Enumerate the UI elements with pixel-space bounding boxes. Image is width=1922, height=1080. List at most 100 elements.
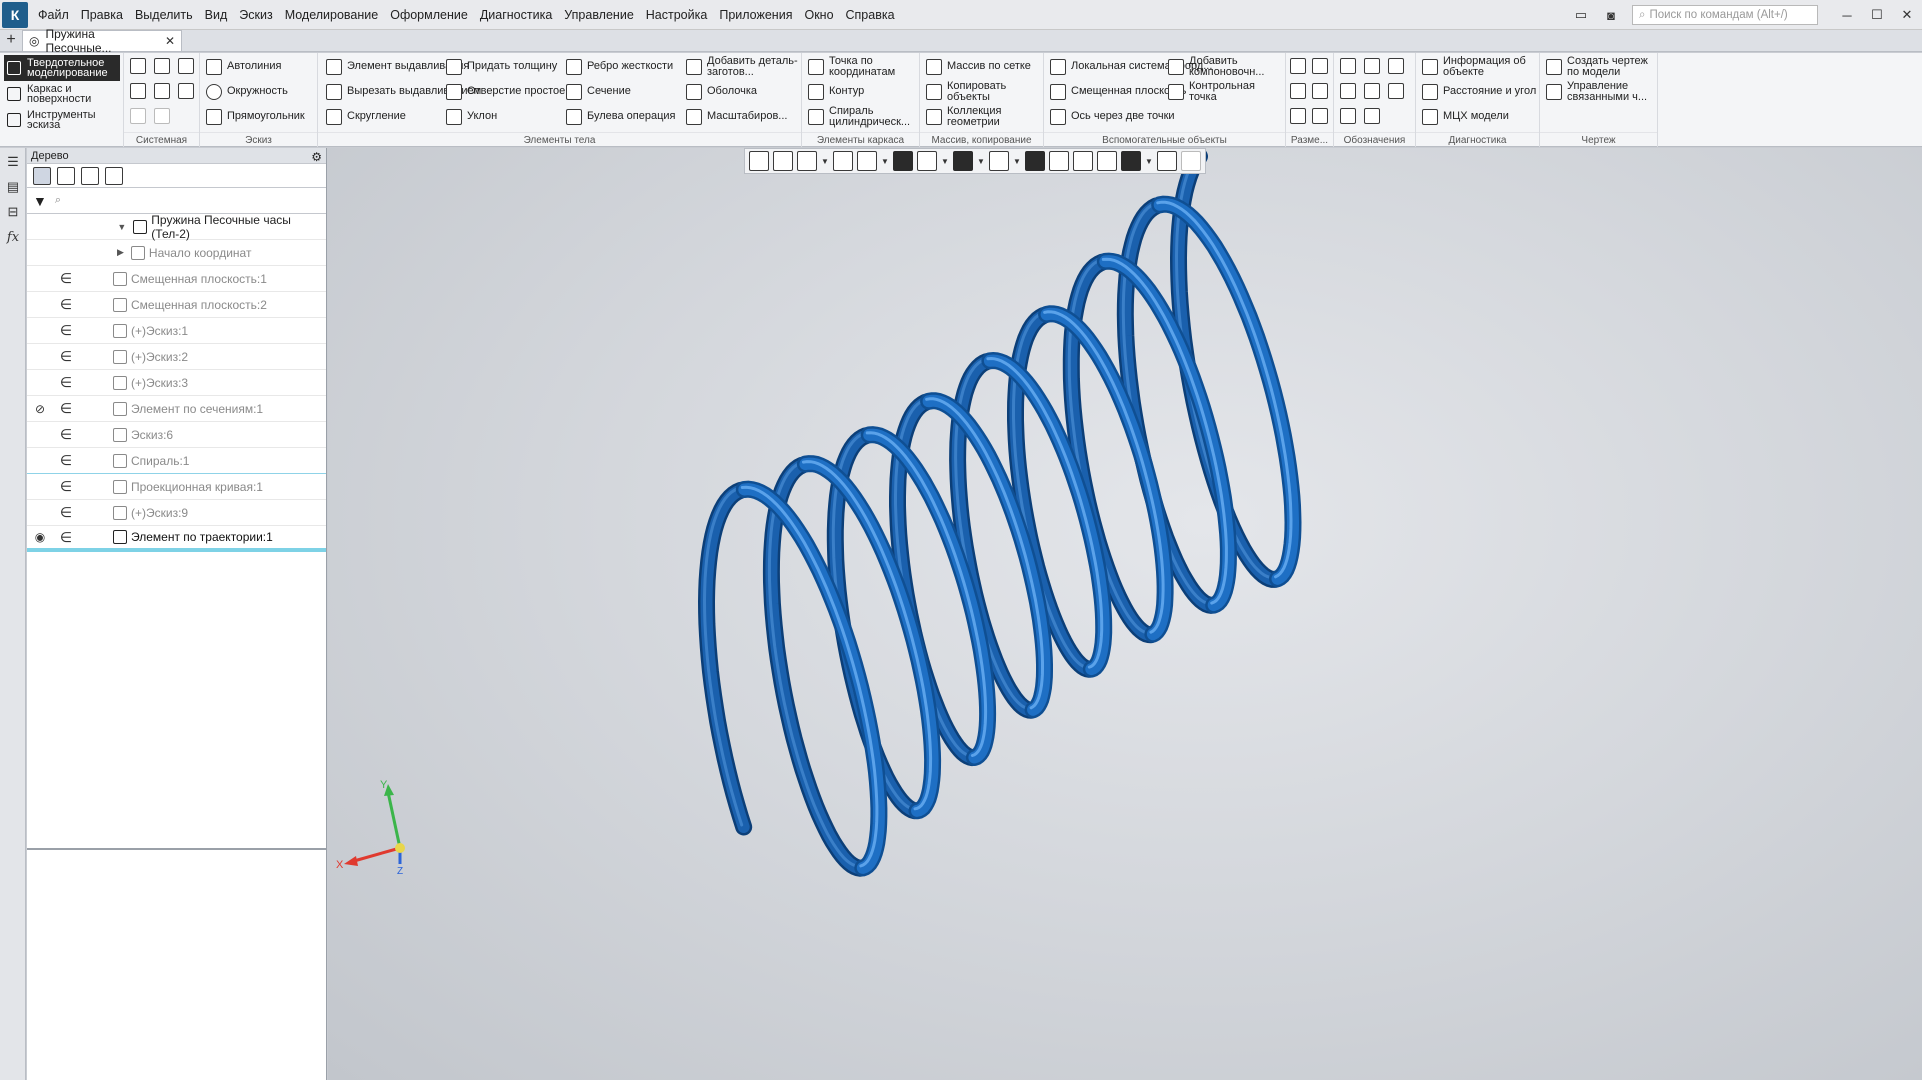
- shaded-view-icon[interactable]: [893, 151, 913, 171]
- close-tab-icon[interactable]: ✕: [165, 34, 175, 48]
- simple-hole-button[interactable]: Отверстие простое: [446, 79, 565, 104]
- tree-root-row[interactable]: ▼ Пружина Песочные часы (Тел-2): [27, 213, 326, 241]
- redo-icon[interactable]: [154, 108, 170, 124]
- radius-dim-icon[interactable]: [1312, 58, 1328, 74]
- search-icon[interactable]: ⌕: [55, 194, 61, 207]
- gear-icon[interactable]: ⚙: [311, 149, 322, 165]
- menu-icon[interactable]: ☰: [2, 151, 24, 173]
- chevron-down-icon[interactable]: ▼: [821, 157, 829, 166]
- auto-dim-icon[interactable]: [1290, 108, 1306, 124]
- hide-icon[interactable]: [953, 151, 973, 171]
- linear-dim-icon[interactable]: [1290, 58, 1306, 74]
- zoom-icon[interactable]: [797, 151, 817, 171]
- filter-icon[interactable]: [1121, 151, 1141, 171]
- tree-row[interactable]: ∈ Смещенная плоскость:1: [27, 266, 326, 292]
- pencil-icon[interactable]: [1181, 151, 1201, 171]
- filter-icon[interactable]: ▼: [33, 193, 47, 209]
- 3d-viewport[interactable]: ▼ ▼ ▼ ▼ ▼ ▼ Y X Z: [328, 148, 1922, 1080]
- copy-view-icon[interactable]: [1073, 151, 1093, 171]
- menu-edit[interactable]: Правка: [75, 0, 129, 30]
- create-drawing-button[interactable]: Создать чертеж по модели: [1546, 54, 1657, 79]
- weld-icon[interactable]: [1364, 58, 1380, 74]
- menu-select[interactable]: Выделить: [129, 0, 199, 30]
- close-window-button[interactable]: ✕: [1892, 0, 1922, 30]
- geometry-collection-button[interactable]: Коллекция геометрии: [926, 104, 1043, 129]
- draft-button[interactable]: Уклон: [446, 104, 497, 129]
- contour-button[interactable]: Контур: [808, 79, 864, 104]
- point-by-coords-button[interactable]: Точка по координатам: [808, 54, 919, 79]
- tree-row[interactable]: ∈ Спираль:1: [27, 448, 326, 474]
- chevron-down-icon[interactable]: ▼: [881, 157, 889, 166]
- cylindrical-spiral-button[interactable]: Спираль цилиндрическ...: [808, 104, 919, 129]
- page-icon[interactable]: [1049, 151, 1069, 171]
- maximize-button[interactable]: ☐: [1862, 0, 1892, 30]
- autoline-button[interactable]: Автолиния: [206, 54, 281, 79]
- scale-button[interactable]: Масштабиров...: [686, 104, 787, 129]
- menu-diagnostics[interactable]: Диагностика: [474, 0, 558, 30]
- eye-icon[interactable]: ◉: [27, 530, 53, 544]
- pan-icon[interactable]: [857, 151, 877, 171]
- perspective-icon[interactable]: [1097, 151, 1117, 171]
- tolerance-icon[interactable]: [1364, 83, 1380, 99]
- mode-frame-surfaces[interactable]: Каркас и поверхности: [4, 81, 120, 107]
- menu-view[interactable]: Вид: [199, 0, 234, 30]
- menu-help[interactable]: Справка: [840, 0, 901, 30]
- view-orientation-icon[interactable]: [917, 151, 937, 171]
- offset-plane-button[interactable]: Смещенная плоскость: [1050, 79, 1186, 104]
- object-info-button[interactable]: Информация об объекте: [1422, 54, 1539, 79]
- menu-modeling[interactable]: Моделирование: [279, 0, 385, 30]
- grid-array-button[interactable]: Массив по сетке: [926, 54, 1031, 79]
- open-folder-icon[interactable]: [154, 58, 170, 74]
- hidden-eye-icon[interactable]: ⊘: [27, 402, 53, 416]
- position-icon[interactable]: [1388, 83, 1404, 99]
- tree-order-icon[interactable]: [57, 166, 75, 185]
- chevron-down-icon[interactable]: ▼: [941, 157, 949, 166]
- menu-file[interactable]: Файл: [32, 0, 75, 30]
- add-blank-button[interactable]: Добавить деталь-заготов...: [686, 54, 801, 79]
- roughness-icon[interactable]: [1388, 58, 1404, 74]
- thicken-button[interactable]: Придать толщину: [446, 54, 557, 79]
- tree-icon[interactable]: ⊟: [2, 201, 24, 223]
- mark-icon[interactable]: [1340, 108, 1356, 124]
- collapse-icon[interactable]: ▼: [117, 222, 126, 232]
- grid-icon[interactable]: [749, 151, 769, 171]
- menu-design[interactable]: Оформление: [384, 0, 474, 30]
- rectangle-button[interactable]: Прямоугольник: [206, 104, 305, 129]
- tree-row[interactable]: ∈ (+)Эскиз:3: [27, 370, 326, 396]
- add-tab-button[interactable]: +: [0, 29, 22, 51]
- circle-button[interactable]: Окружность: [206, 79, 288, 104]
- tree-row[interactable]: ▶ Начало координат: [27, 240, 326, 266]
- section-button[interactable]: Сечение: [566, 79, 631, 104]
- menu-sketch[interactable]: Эскиз: [233, 0, 278, 30]
- print-icon[interactable]: [130, 83, 146, 99]
- shell-button[interactable]: Оболочка: [686, 79, 757, 104]
- save-all-icon[interactable]: [178, 83, 194, 99]
- command-search-input[interactable]: ⌕ Поиск по командам (Alt+/): [1632, 5, 1818, 25]
- rotate-icon[interactable]: [833, 151, 853, 171]
- angle-dim-icon[interactable]: [1312, 83, 1328, 99]
- base-icon[interactable]: [1340, 83, 1356, 99]
- boolean-button[interactable]: Булева операция: [566, 104, 676, 129]
- minimize-button[interactable]: ─: [1832, 0, 1862, 30]
- tree-structure-icon[interactable]: [33, 166, 51, 185]
- tree-row[interactable]: ∈ Смещенная плоскость:2: [27, 292, 326, 318]
- diameter-dim-icon[interactable]: [1290, 83, 1306, 99]
- text-note-icon[interactable]: [1364, 108, 1380, 124]
- tree-row[interactable]: ∈ Проекционная кривая:1: [27, 474, 326, 500]
- rib-button[interactable]: Ребро жесткости: [566, 54, 673, 79]
- chevron-down-icon[interactable]: ▼: [977, 157, 985, 166]
- undo-icon[interactable]: [130, 108, 146, 124]
- expand-icon[interactable]: ▶: [117, 247, 124, 258]
- manage-linked-button[interactable]: Управление связанными ч...: [1546, 79, 1657, 104]
- chevron-down-icon[interactable]: ▼: [1145, 157, 1153, 166]
- arc-dim-icon[interactable]: [1312, 108, 1328, 124]
- menu-apps[interactable]: Приложения: [713, 0, 798, 30]
- variables-icon[interactable]: fx: [2, 226, 24, 248]
- tree-row[interactable]: ∈ Эскиз:6: [27, 422, 326, 448]
- preview-icon[interactable]: [154, 83, 170, 99]
- panel-divider[interactable]: [27, 848, 326, 850]
- spring-model[interactable]: [328, 148, 1922, 1080]
- display-mode-icon[interactable]: [989, 151, 1009, 171]
- tree-row[interactable]: ∈ (+)Эскиз:9: [27, 500, 326, 526]
- properties-icon[interactable]: ▤: [2, 176, 24, 198]
